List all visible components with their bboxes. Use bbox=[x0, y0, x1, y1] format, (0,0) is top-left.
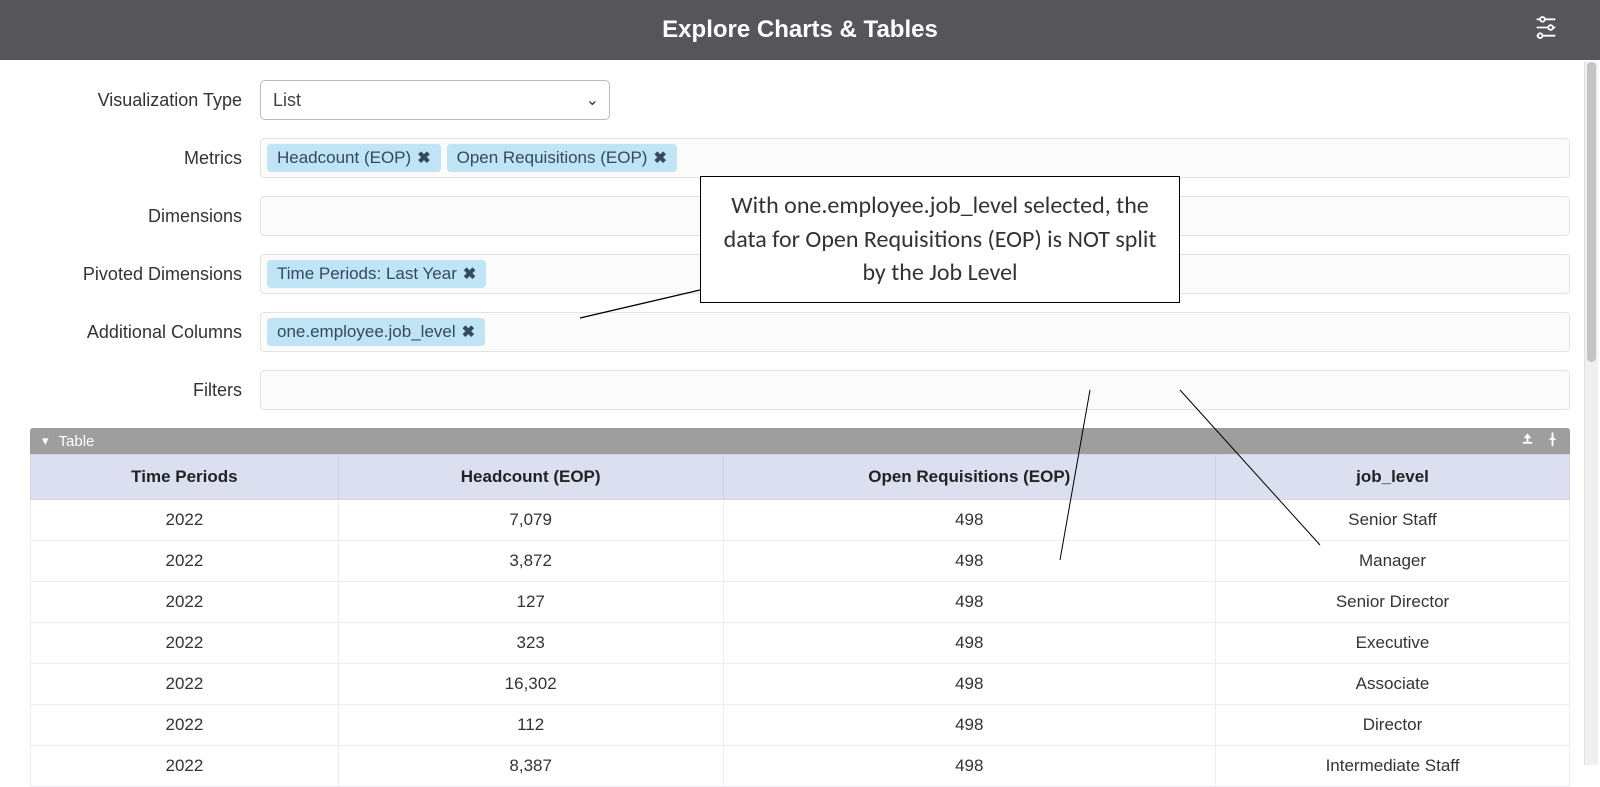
scrollbar-thumb[interactable] bbox=[1587, 62, 1596, 362]
label-filters: Filters bbox=[30, 380, 260, 401]
settings-sliders-icon[interactable] bbox=[1532, 14, 1560, 47]
row-visualization-type: Visualization Type List ⌄ bbox=[30, 80, 1570, 120]
results-table: Time PeriodsHeadcount (EOP)Open Requisit… bbox=[30, 454, 1570, 787]
cell-time: 2022 bbox=[31, 705, 339, 746]
filters-input[interactable] bbox=[260, 370, 1570, 410]
metric-token[interactable]: Headcount (EOP) ✖ bbox=[267, 144, 441, 172]
row-additional-columns: Additional Columns one.employee.job_leve… bbox=[30, 312, 1570, 352]
cell-job_level: Intermediate Staff bbox=[1216, 746, 1570, 787]
metric-token-label: Headcount (EOP) bbox=[277, 148, 411, 168]
table-header-row: Time PeriodsHeadcount (EOP)Open Requisit… bbox=[31, 455, 1570, 500]
label-visualization-type: Visualization Type bbox=[30, 90, 260, 111]
pin-icon[interactable] bbox=[1545, 432, 1560, 451]
cell-headcount: 8,387 bbox=[338, 746, 723, 787]
table-body: 20227,079498Senior Staff20223,872498Mana… bbox=[31, 500, 1570, 787]
cell-open_req: 498 bbox=[723, 664, 1215, 705]
cell-job_level: Manager bbox=[1216, 541, 1570, 582]
cell-job_level: Director bbox=[1216, 705, 1570, 746]
panel-header[interactable]: ▾ Table bbox=[30, 428, 1570, 454]
annotation-text: With one.employee.job_level selected, th… bbox=[724, 191, 1157, 287]
label-dimensions: Dimensions bbox=[30, 206, 260, 227]
remove-token-icon[interactable]: ✖ bbox=[653, 148, 666, 168]
table-row[interactable]: 202216,302498Associate bbox=[31, 664, 1570, 705]
column-header[interactable]: Time Periods bbox=[31, 455, 339, 500]
metrics-input[interactable]: Headcount (EOP)✖Open Requisitions (EOP)✖ bbox=[260, 138, 1570, 178]
cell-headcount: 3,872 bbox=[338, 541, 723, 582]
table-row[interactable]: 20227,079498Senior Staff bbox=[31, 500, 1570, 541]
cell-open_req: 498 bbox=[723, 541, 1215, 582]
cell-open_req: 498 bbox=[723, 582, 1215, 623]
cell-job_level: Executive bbox=[1216, 623, 1570, 664]
cell-open_req: 498 bbox=[723, 705, 1215, 746]
cell-open_req: 498 bbox=[723, 623, 1215, 664]
table-row[interactable]: 2022127498Senior Director bbox=[31, 582, 1570, 623]
page-title: Explore Charts & Tables bbox=[662, 16, 938, 44]
export-icon[interactable] bbox=[1520, 432, 1535, 451]
column-header[interactable]: job_level bbox=[1216, 455, 1570, 500]
cell-time: 2022 bbox=[31, 664, 339, 705]
row-metrics: Metrics Headcount (EOP)✖Open Requisition… bbox=[30, 138, 1570, 178]
table-row[interactable]: 2022323498Executive bbox=[31, 623, 1570, 664]
visualization-type-value: List bbox=[273, 90, 301, 111]
column-header[interactable]: Open Requisitions (EOP) bbox=[723, 455, 1215, 500]
cell-job_level: Senior Staff bbox=[1216, 500, 1570, 541]
cell-job_level: Associate bbox=[1216, 664, 1570, 705]
row-filters: Filters bbox=[30, 370, 1570, 410]
remove-token-icon[interactable]: ✖ bbox=[462, 322, 475, 342]
cell-time: 2022 bbox=[31, 746, 339, 787]
metric-token-label: Open Requisitions (EOP) bbox=[457, 148, 648, 168]
panel-title: Table bbox=[59, 433, 95, 450]
cell-job_level: Senior Director bbox=[1216, 582, 1570, 623]
table-row[interactable]: 20223,872498Manager bbox=[31, 541, 1570, 582]
topbar-controls bbox=[1532, 14, 1560, 47]
column-header[interactable]: Headcount (EOP) bbox=[338, 455, 723, 500]
collapse-icon[interactable]: ▾ bbox=[42, 433, 49, 449]
label-metrics: Metrics bbox=[30, 148, 260, 169]
label-pivoted-dimensions: Pivoted Dimensions bbox=[30, 264, 260, 285]
table-row[interactable]: 2022112498Director bbox=[31, 705, 1570, 746]
vertical-scrollbar[interactable] bbox=[1584, 62, 1598, 765]
metric-token[interactable]: Open Requisitions (EOP)✖ bbox=[447, 144, 677, 172]
cell-headcount: 127 bbox=[338, 582, 723, 623]
chevron-down-icon: ⌄ bbox=[586, 90, 599, 110]
cell-time: 2022 bbox=[31, 500, 339, 541]
label-additional-columns: Additional Columns bbox=[30, 322, 260, 343]
cell-open_req: 498 bbox=[723, 746, 1215, 787]
table-row[interactable]: 20228,387498Intermediate Staff bbox=[31, 746, 1570, 787]
cell-headcount: 112 bbox=[338, 705, 723, 746]
additional-columns-input[interactable]: one.employee.job_level ✖ bbox=[260, 312, 1570, 352]
cell-headcount: 16,302 bbox=[338, 664, 723, 705]
cell-headcount: 323 bbox=[338, 623, 723, 664]
cell-time: 2022 bbox=[31, 582, 339, 623]
cell-time: 2022 bbox=[31, 623, 339, 664]
remove-token-icon[interactable]: ✖ bbox=[417, 148, 430, 168]
annotation-callout: With one.employee.job_level selected, th… bbox=[700, 176, 1180, 303]
pivoted-dimension-token-label: Time Periods: Last Year bbox=[277, 264, 457, 284]
explore-form: Visualization Type List ⌄ Metrics Headco… bbox=[0, 60, 1600, 787]
cell-headcount: 7,079 bbox=[338, 500, 723, 541]
additional-column-token[interactable]: one.employee.job_level ✖ bbox=[267, 318, 485, 346]
cell-open_req: 498 bbox=[723, 500, 1215, 541]
visualization-type-select[interactable]: List ⌄ bbox=[260, 80, 610, 120]
additional-column-token-label: one.employee.job_level bbox=[277, 322, 456, 342]
remove-token-icon[interactable]: ✖ bbox=[463, 264, 476, 284]
pivoted-dimension-token[interactable]: Time Periods: Last Year ✖ bbox=[267, 260, 486, 288]
cell-time: 2022 bbox=[31, 541, 339, 582]
top-bar: Explore Charts & Tables bbox=[0, 0, 1600, 60]
